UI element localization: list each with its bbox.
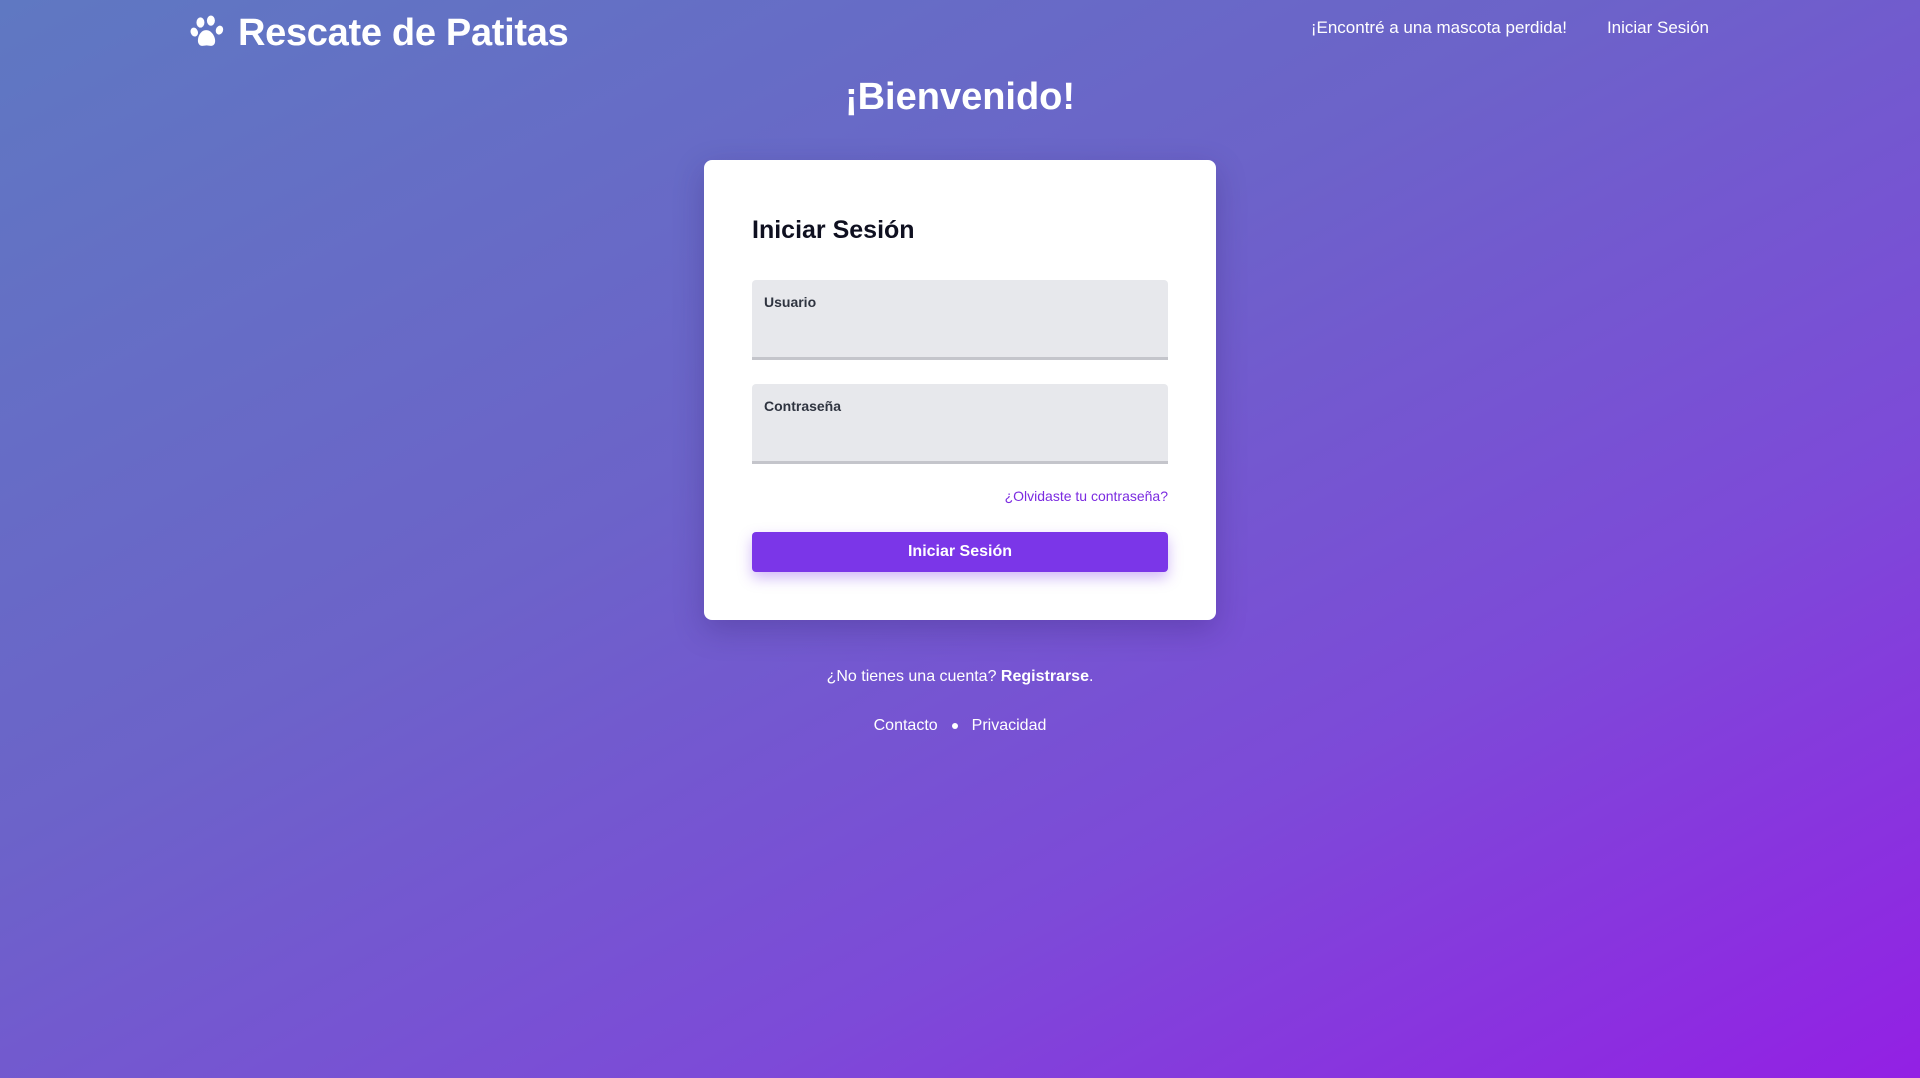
signup-link[interactable]: Registrarse [1001,668,1089,685]
brand-logo[interactable]: Rescate de Patitas [190,10,569,56]
username-label: Usuario [764,294,817,310]
login-card: Iniciar Sesión Usuario Contraseña ¿Olvid… [704,160,1216,620]
nav-found-pet-link[interactable]: ¡Encontré a una mascota perdida! [1311,18,1567,38]
signup-suffix: . [1088,668,1094,685]
brand-name: Rescate de Patitas [238,11,569,54]
welcome-heading: ¡Bienvenido! [844,76,1076,118]
contact-link[interactable]: Contacto [874,717,938,735]
privacy-link[interactable]: Privacidad [972,717,1047,735]
forgot-password-link[interactable]: ¿Olvidaste tu contraseña? [1005,488,1168,504]
top-header: Rescate de Patitas ¡Encontré a una masco… [0,0,1920,66]
nav-login-link[interactable]: Iniciar Sesión [1607,18,1709,38]
password-input[interactable] [764,422,1156,450]
username-input[interactable] [764,318,1156,346]
signup-prompt: ¿No tienes una cuenta? Registrarse. [0,668,1920,686]
paw-icon [190,15,224,46]
login-button[interactable]: Iniciar Sesión [752,532,1168,572]
password-field[interactable]: Contraseña [752,384,1168,464]
login-title: Iniciar Sesión [752,216,915,244]
username-field[interactable]: Usuario [752,280,1168,360]
signup-text: ¿No tienes una cuenta? [826,668,1001,685]
separator-dot [951,723,958,729]
footer-links: Contacto Privacidad [0,717,1920,735]
password-label: Contraseña [764,398,842,414]
top-nav: ¡Encontré a una mascota perdida! Iniciar… [1311,18,1709,38]
